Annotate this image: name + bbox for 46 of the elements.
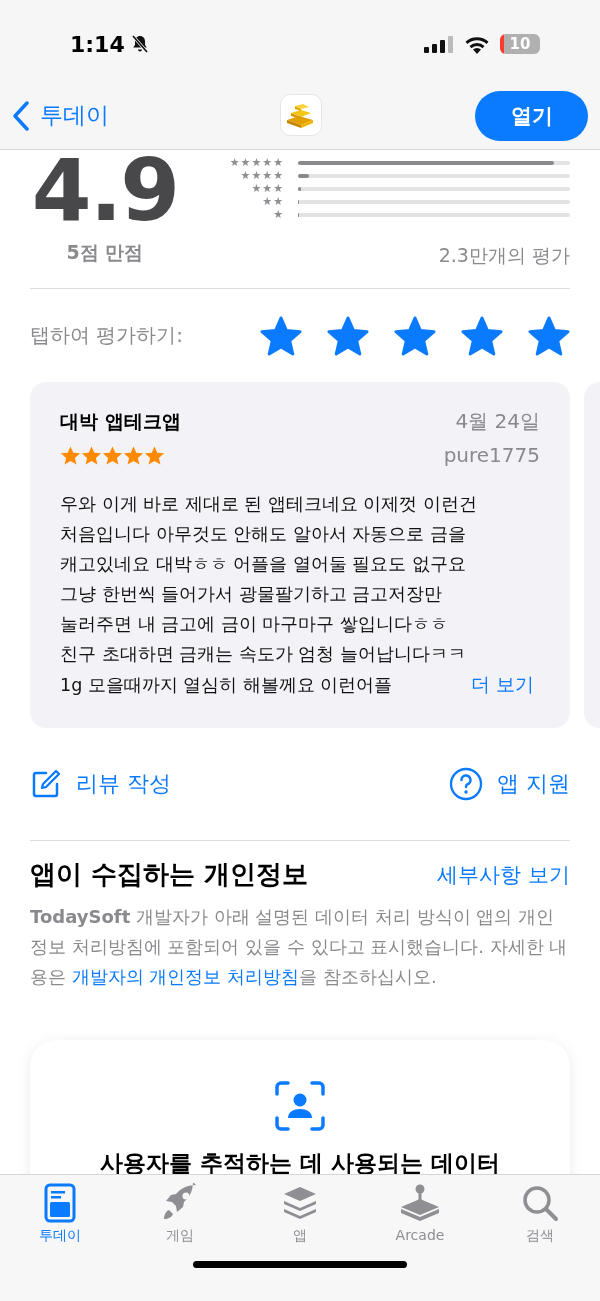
app-icon (280, 94, 322, 136)
rating-score: 4.9 (31, 150, 179, 230)
star-icon[interactable] (461, 314, 503, 357)
compose-icon (30, 768, 62, 800)
status-time: 1:14 (70, 31, 125, 57)
star-rating-label: ★ (273, 209, 284, 221)
privacy-description: TodaySoft 개발자가 아래 설명된 데이터 처리 방식이 앱의 개인정보 처리방침에 포함되어 있을 수 있다고 표시했습니다. 자세한 내용은 개발자의 개인정보 처리방침을 참조하십시오. (30, 905, 569, 989)
search-icon (520, 1183, 560, 1223)
tab-bar-item[interactable]: Arcade (370, 1183, 470, 1245)
wifi-icon (464, 34, 490, 54)
more-link[interactable]: 더 보기 (470, 673, 534, 695)
star-rating-label: ★★ (262, 196, 284, 208)
rating-count: 2.3만개의 평가 (438, 243, 570, 268)
star-icon[interactable] (260, 314, 302, 357)
tab-bar-item[interactable]: 게임 (130, 1183, 230, 1245)
tab-bar-item[interactable]: 투데이 (10, 1183, 110, 1245)
star-rating-label: ★★★ (251, 183, 284, 195)
back-button[interactable]: 투데이 (12, 100, 109, 131)
section-title: 앱이 수집하는 개인정보 (30, 858, 309, 891)
tap-to-rate-label: 탭하여 평가하기: (30, 322, 184, 349)
review-author: pure1775 (443, 443, 540, 467)
person-tracking-icon (274, 1080, 326, 1132)
question-mark-icon (449, 767, 483, 801)
card-title: 사용자를 추적하는 데 사용되는 데이터 (100, 1149, 500, 1174)
star-rating-label: ★★★★ (240, 170, 284, 182)
signal-icon (424, 35, 454, 53)
star-icon[interactable] (327, 314, 369, 357)
star-rating-label: ★★★★★ (229, 157, 284, 169)
review-title: 대박 앱테크앱 (60, 408, 181, 434)
review-date: 4월 24일 (455, 408, 540, 435)
rating-scale: 5점 만점 (66, 240, 144, 265)
details-link[interactable]: 세부사항 보기 (437, 860, 570, 889)
battery-icon: 10 (500, 34, 540, 54)
write-review-link[interactable]: 리뷰 작성 (30, 768, 171, 800)
tab-bar-item[interactable]: 검색 (490, 1183, 590, 1245)
tab-bar-item[interactable]: 앱 (250, 1183, 350, 1245)
review-card[interactable] (30, 382, 570, 728)
joystick-icon (398, 1183, 442, 1223)
star-icon[interactable] (528, 314, 570, 357)
bell-slash-icon (129, 34, 150, 54)
star-icon[interactable] (394, 314, 436, 357)
app-support-link[interactable]: 앱 지원 (449, 767, 570, 801)
chevron-left-icon (12, 100, 30, 131)
open-button[interactable]: 열기 (475, 90, 588, 141)
privacy-policy-link[interactable]: 개발자의 개인정보 처리방침 (71, 966, 300, 987)
review-text: 우와 이게 바로 제대로 된 앱테크네요 이제껏 이런건 처음입니다 아무것도 안해도 알아서 자동으로 금을 캐고있네요 대박ㅎㅎ 어플을 열어둘 필요도 없구요 그냥 한번씩 들어가서 광물팔기하고 금고저장만 눌러주면 내 금고에 금이 마구마구 쌓입니다ㅎㅎ 친구 초대하면 금캐는 속도가 엄청 늘어납니다ㅋㅋ 1g 모을때까지 열심히 해볼께요 이런어플 더 보기 (60, 493, 535, 697)
